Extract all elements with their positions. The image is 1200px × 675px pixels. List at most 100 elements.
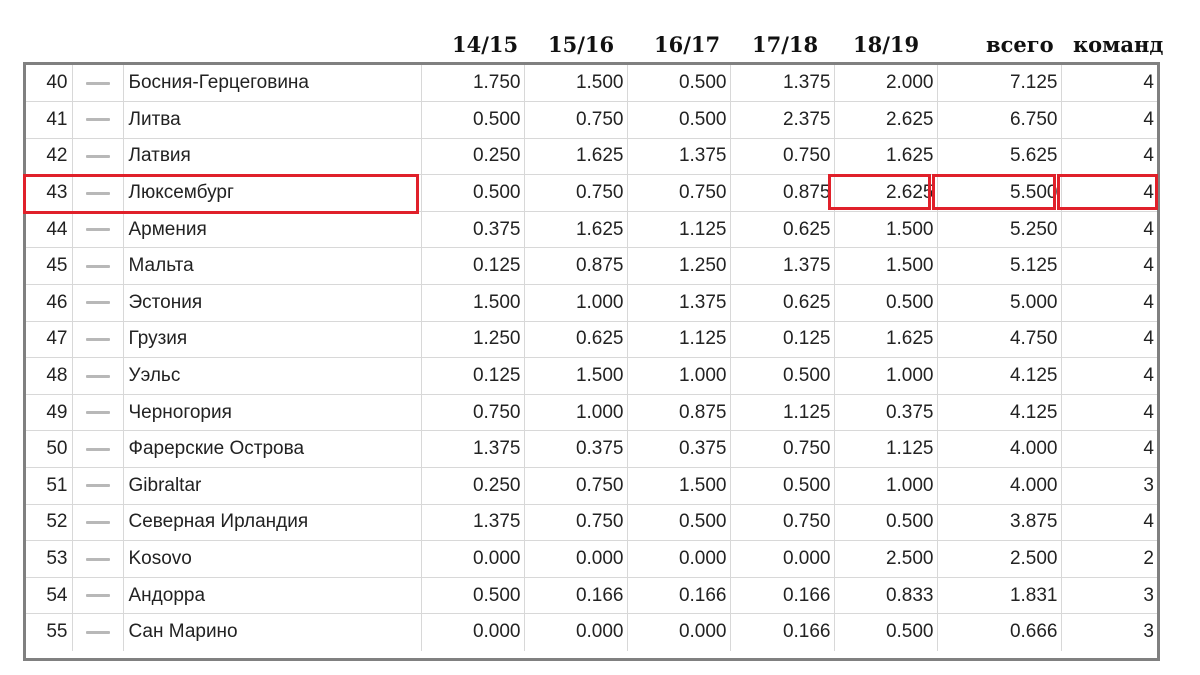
season-18-19-cell: 2.625 [833, 101, 938, 139]
trend-cell [71, 137, 124, 176]
total-cell: 3.875 [936, 503, 1062, 542]
total-cell: 4.750 [936, 320, 1062, 359]
season-18-19-cell: 2.500 [833, 540, 938, 578]
table-row: 42 Латвия 0.250 1.625 1.375 0.750 1.625 5.625 4 [26, 137, 1157, 176]
country-cell: Армения [122, 210, 422, 249]
season-16-17-cell: 1.250 [626, 247, 731, 286]
table-row: 52 Северная Ирландия 1.375 0.750 0.500 0.750 0… [26, 503, 1157, 542]
season-17-18-cell: 0.875 [729, 174, 835, 212]
total-cell: 4.000 [936, 430, 1062, 469]
season-14-15-cell: 0.375 [420, 210, 525, 249]
season-15-16-cell: 0.375 [523, 430, 628, 469]
teams-cell: 4 [1060, 284, 1157, 322]
season-14-15-cell: 0.125 [420, 247, 525, 286]
trend-cell [71, 613, 124, 651]
season-17-18-cell: 1.375 [729, 65, 835, 103]
season-16-17-cell: 0.500 [626, 503, 731, 542]
season-15-16-cell: 1.500 [523, 357, 628, 395]
season-16-17-cell: 0.500 [626, 101, 731, 139]
rank-cell: 43 [26, 174, 73, 212]
season-14-15-cell: 1.250 [420, 320, 525, 359]
season-16-17-cell: 1.125 [626, 210, 731, 249]
dash-icon [85, 374, 110, 378]
total-cell: 7.125 [936, 65, 1062, 103]
total-cell: 4.125 [936, 357, 1062, 395]
season-18-19-cell: 0.500 [833, 503, 938, 542]
teams-cell: 2 [1060, 540, 1157, 578]
total-cell: 5.125 [936, 247, 1062, 286]
season-18-19-cell: 2.000 [833, 65, 938, 103]
total-cell: 5.625 [936, 137, 1062, 176]
header-season-15-16: 15/16 [548, 32, 615, 57]
season-14-15-cell: 0.750 [420, 393, 525, 432]
trend-cell [71, 503, 124, 542]
country-cell: Эстония [122, 284, 422, 322]
season-18-19-cell: 1.500 [833, 247, 938, 286]
season-18-19-cell: 1.000 [833, 467, 938, 505]
country-cell: Литва [122, 101, 422, 139]
dash-icon [85, 337, 110, 341]
country-cell: Фарерские Острова [122, 430, 422, 469]
season-14-15-cell: 1.750 [420, 65, 525, 103]
dash-icon [85, 411, 110, 415]
season-17-18-cell: 0.166 [729, 613, 835, 651]
dash-icon [85, 118, 110, 122]
rank-cell: 53 [26, 540, 73, 578]
season-14-15-cell: 1.500 [420, 284, 525, 322]
country-cell: Сан Марино [122, 613, 422, 651]
teams-cell: 3 [1060, 576, 1157, 615]
teams-cell: 4 [1060, 430, 1157, 469]
trend-cell [71, 430, 124, 469]
season-14-15-cell: 0.000 [420, 613, 525, 651]
rank-cell: 41 [26, 101, 73, 139]
season-15-16-cell: 0.750 [523, 467, 628, 505]
country-cell: Kosovo [122, 540, 422, 578]
season-14-15-cell: 0.000 [420, 540, 525, 578]
season-15-16-cell: 0.625 [523, 320, 628, 359]
rank-cell: 47 [26, 320, 73, 359]
table-row: 54 Андорра 0.500 0.166 0.166 0.166 0.833 1.831 3 [26, 576, 1157, 615]
table-row: 41 Литва 0.500 0.750 0.500 2.375 2.625 6.750 4 [26, 101, 1157, 139]
teams-cell: 3 [1060, 467, 1157, 505]
trend-cell [71, 247, 124, 286]
season-17-18-cell: 2.375 [729, 101, 835, 139]
season-18-19-cell: 1.625 [833, 320, 938, 359]
season-17-18-cell: 0.500 [729, 467, 835, 505]
season-14-15-cell: 0.250 [420, 467, 525, 505]
country-cell: Андорра [122, 576, 422, 615]
season-17-18-cell: 0.125 [729, 320, 835, 359]
rank-cell: 42 [26, 137, 73, 176]
trend-cell [71, 393, 124, 432]
table-row: 53 Kosovo 0.000 0.000 0.000 0.000 2.500 2.500 2 [26, 540, 1157, 578]
season-17-18-cell: 0.000 [729, 540, 835, 578]
season-16-17-cell: 0.000 [626, 613, 731, 651]
season-15-16-cell: 0.750 [523, 174, 628, 212]
rank-cell: 46 [26, 284, 73, 322]
teams-cell: 4 [1060, 65, 1157, 103]
teams-cell: 4 [1060, 247, 1157, 286]
table-body: 40 Босния-Герцеговина 1.750 1.500 0.500 1.375… [26, 65, 1157, 651]
dash-icon [85, 594, 110, 598]
season-14-15-cell: 1.375 [420, 430, 525, 469]
dash-icon [85, 520, 110, 524]
season-15-16-cell: 0.750 [523, 503, 628, 542]
season-15-16-cell: 0.875 [523, 247, 628, 286]
total-cell: 5.500 [936, 174, 1062, 212]
season-14-15-cell: 0.500 [420, 174, 525, 212]
rank-cell: 49 [26, 393, 73, 432]
country-cell: Латвия [122, 137, 422, 176]
trend-cell [71, 540, 124, 578]
season-17-18-cell: 0.625 [729, 210, 835, 249]
teams-cell: 4 [1060, 174, 1157, 212]
season-17-18-cell: 1.125 [729, 393, 835, 432]
dash-icon [85, 81, 110, 85]
rank-cell: 50 [26, 430, 73, 469]
season-17-18-cell: 0.750 [729, 503, 835, 542]
country-cell: Люксембург [122, 174, 422, 212]
dash-icon [85, 301, 110, 305]
rank-cell: 40 [26, 65, 73, 103]
rank-cell: 44 [26, 210, 73, 249]
season-16-17-cell: 0.875 [626, 393, 731, 432]
season-16-17-cell: 1.000 [626, 357, 731, 395]
season-18-19-cell: 1.125 [833, 430, 938, 469]
